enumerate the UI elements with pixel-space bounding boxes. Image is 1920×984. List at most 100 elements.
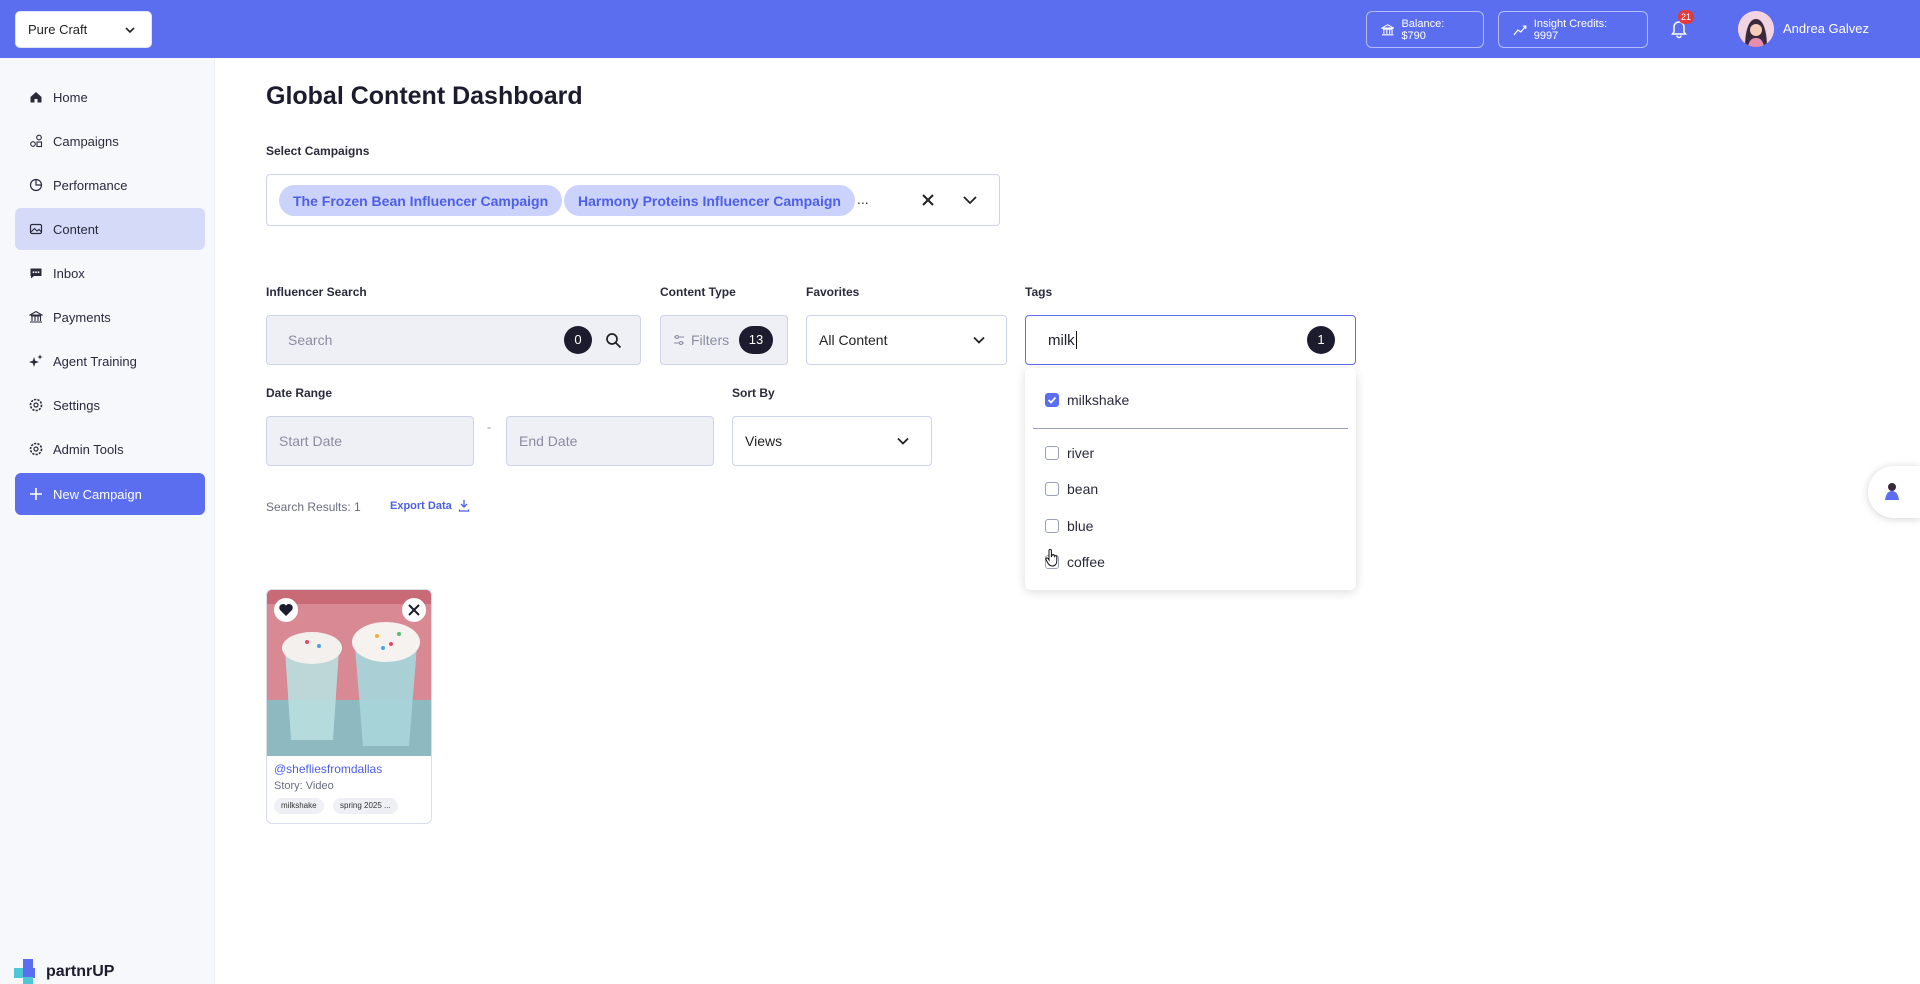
plus-icon: [30, 488, 42, 500]
balance-button[interactable]: Balance: $790: [1366, 11, 1484, 48]
sliders-icon: [674, 335, 684, 345]
tag-option-milkshake[interactable]: milkshake: [1045, 392, 1129, 408]
checkbox[interactable]: [1045, 482, 1059, 496]
bank-icon: [1381, 23, 1395, 35]
campaign-chip[interactable]: Harmony Proteins Influencer Campaign: [564, 185, 855, 216]
campaign-multiselect[interactable]: The Frozen Bean Influencer Campaign Harm…: [266, 174, 1000, 226]
checkbox[interactable]: [1045, 446, 1059, 460]
sidebar-item-label: Inbox: [53, 265, 85, 281]
date-separator: -: [487, 420, 491, 434]
influencer-handle[interactable]: @shefliesfromdallas: [274, 762, 382, 776]
trend-icon: [1513, 24, 1527, 35]
sidebar-item-label: Home: [53, 89, 88, 105]
remove-button[interactable]: [402, 598, 426, 622]
sidebar-item-payments[interactable]: Payments: [15, 296, 205, 338]
sidebar-item-label: Content: [53, 221, 99, 237]
sidebar-item-agent-training[interactable]: Agent Training: [15, 340, 205, 382]
search-count-badge: 0: [564, 326, 592, 354]
avatar-image: [1738, 11, 1774, 47]
export-label: Export Data: [390, 499, 452, 512]
tags-input-value: milk: [1048, 331, 1075, 349]
sort-by-label: Sort By: [732, 386, 775, 400]
select-campaigns-label: Select Campaigns: [266, 144, 370, 158]
tag-option-label: river: [1067, 445, 1095, 461]
sidebar-item-campaigns[interactable]: Campaigns: [15, 120, 205, 162]
logo-text: partnrUP: [46, 963, 115, 980]
checkbox[interactable]: [1045, 519, 1059, 533]
dropdown-divider: [1033, 428, 1348, 429]
user-name[interactable]: Andrea Galvez: [1783, 21, 1869, 36]
content-thumbnail[interactable]: [267, 590, 431, 756]
gear-icon: [29, 442, 43, 456]
floating-assistant-button[interactable]: [1868, 466, 1920, 518]
favorites-select[interactable]: All Content: [806, 315, 1007, 365]
chevron-down-icon[interactable]: [961, 191, 979, 209]
content-icon: [29, 223, 43, 235]
end-date-input[interactable]: End Date: [506, 416, 714, 466]
content-type-filter[interactable]: Filters 13: [660, 315, 788, 365]
page-title: Global Content Dashboard: [266, 82, 583, 110]
sidebar-item-content[interactable]: Content: [15, 208, 205, 250]
sidebar-item-label: Campaigns: [53, 133, 119, 149]
start-date-input[interactable]: Start Date: [266, 416, 474, 466]
sidebar-item-admin-tools[interactable]: Admin Tools: [15, 428, 205, 470]
sidebar-item-inbox[interactable]: Inbox: [15, 252, 205, 294]
campaign-chip[interactable]: The Frozen Bean Influencer Campaign: [279, 185, 563, 216]
more-campaigns-indicator: ...: [857, 191, 869, 207]
sort-by-select[interactable]: Views: [732, 416, 932, 466]
balance-text: Balance: $790: [1401, 17, 1445, 42]
new-campaign-button[interactable]: New Campaign: [15, 473, 205, 515]
favorites-label: Favorites: [806, 285, 860, 299]
gear-icon: [29, 398, 43, 412]
assistant-avatar-icon: [1880, 480, 1904, 504]
download-icon: [458, 500, 469, 512]
card-tag-chip: spring 2025 ...: [333, 798, 398, 814]
sidebar-item-settings[interactable]: Settings: [15, 384, 205, 426]
favorites-value: All Content: [819, 332, 888, 348]
clear-icon[interactable]: [919, 191, 937, 209]
content-card[interactable]: @shefliesfromdallas Story: Video milksha…: [266, 589, 432, 824]
tag-option-river[interactable]: river: [1045, 445, 1094, 461]
hand-cursor-icon: [1045, 549, 1058, 567]
heart-icon: [279, 604, 293, 616]
new-campaign-label: New Campaign: [53, 486, 142, 502]
brand-selector-value: Pure Craft: [28, 22, 88, 37]
card-tag-chip: milkshake: [274, 798, 324, 814]
sidebar-item-performance[interactable]: Performance: [15, 164, 205, 206]
brand-selector[interactable]: Pure Craft: [15, 11, 152, 48]
influencer-search-input[interactable]: Search 0: [266, 315, 641, 365]
date-range-label: Date Range: [266, 386, 333, 400]
favorite-button[interactable]: [274, 598, 298, 622]
insight-credits-button[interactable]: Insight Credits: 9997: [1498, 11, 1648, 48]
search-icon[interactable]: [605, 332, 622, 349]
tag-option-blue[interactable]: blue: [1045, 518, 1093, 534]
sidebar-item-label: Settings: [53, 397, 100, 413]
notification-badge: 21: [1678, 10, 1695, 24]
influencer-search-label: Influencer Search: [266, 285, 367, 299]
tags-dropdown: milkshake river bean blue coffee: [1025, 368, 1356, 590]
filter-count-badge: 13: [739, 326, 773, 354]
chevron-down-icon: [897, 437, 909, 445]
tag-option-label: milkshake: [1067, 392, 1130, 408]
tags-label: Tags: [1025, 285, 1053, 299]
top-bar: Pure Craft Balance: $790 Insight Credits…: [0, 0, 1920, 58]
sidebar-item-label: Performance: [53, 177, 128, 193]
content-type-text: Story: Video: [274, 780, 334, 792]
checkbox-checked[interactable]: [1045, 393, 1059, 407]
tag-option-label: coffee: [1067, 554, 1105, 570]
export-data-button[interactable]: Export Data: [390, 499, 470, 512]
sidebar-item-home[interactable]: Home: [15, 76, 205, 118]
tags-count-badge: 1: [1307, 326, 1335, 354]
search-results-count: Search Results: 1: [266, 500, 361, 514]
content-type-label: Content Type: [660, 285, 736, 299]
performance-icon: [29, 178, 43, 192]
chevron-down-icon: [125, 27, 135, 34]
avatar[interactable]: [1738, 11, 1774, 47]
tag-option-label: blue: [1067, 518, 1094, 534]
campaigns-icon: [30, 134, 43, 148]
sparkle-icon: [29, 354, 43, 367]
tag-option-bean[interactable]: bean: [1045, 481, 1098, 497]
insight-credits-text: Insight Credits: 9997: [1533, 17, 1608, 42]
tags-input[interactable]: milk 1: [1025, 315, 1356, 365]
sidebar-item-label: Admin Tools: [53, 441, 124, 457]
